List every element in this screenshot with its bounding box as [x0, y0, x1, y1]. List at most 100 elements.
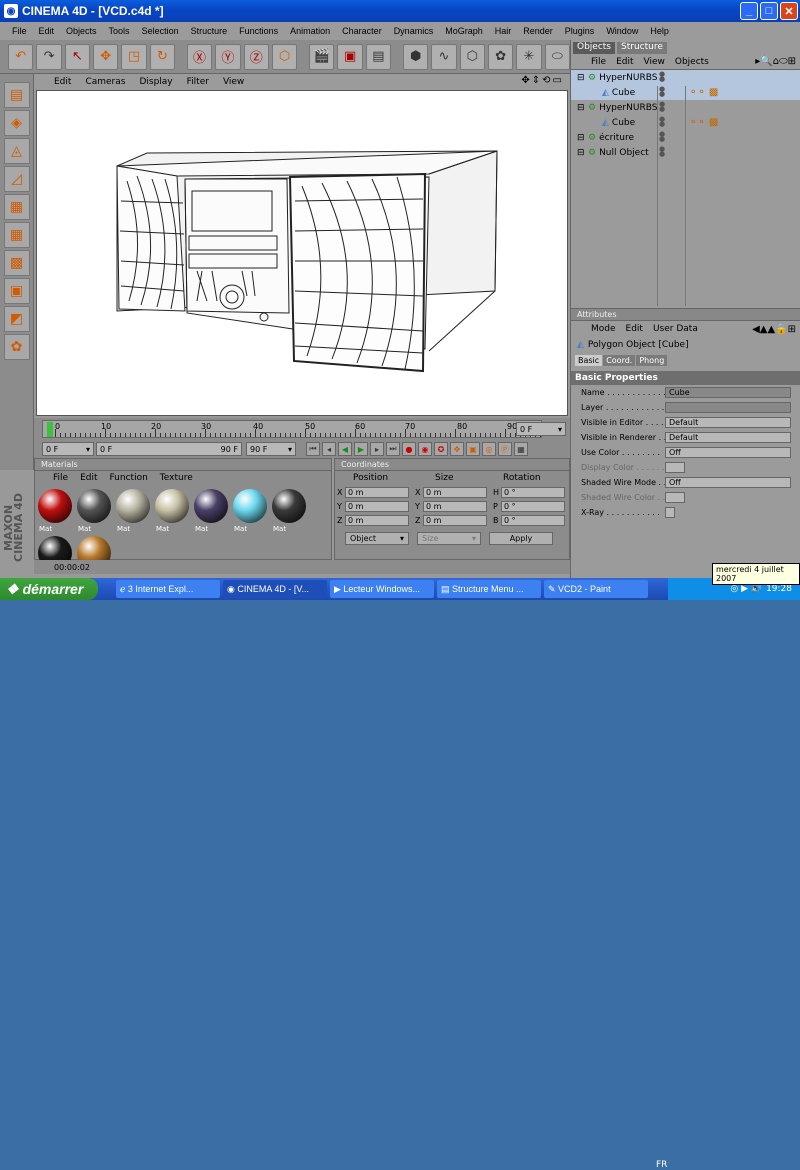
- minimize-button[interactable]: _: [740, 2, 758, 20]
- menu-animation[interactable]: Animation: [284, 26, 336, 36]
- camera-view-icon[interactable]: ▤: [3, 82, 30, 108]
- coordinate-system-icon[interactable]: ⬡: [271, 43, 298, 70]
- taskbar-item-internet-explorer[interactable]: ℯ 3 Internet Expl...: [116, 580, 220, 598]
- object-tree-item[interactable]: ⊟ ⚙ HyperNURBS ● ●: [571, 70, 800, 85]
- visibility-dots-icon[interactable]: ● ●: [659, 71, 665, 83]
- range-slider[interactable]: 0 F 90 F: [96, 442, 242, 456]
- edges-tool-icon[interactable]: ◿: [3, 166, 30, 192]
- attribute-nav-icon[interactable]: ◀▲▲🔒⊞: [752, 324, 800, 335]
- scale-icon[interactable]: ◳: [121, 43, 147, 70]
- undo-icon[interactable]: ↶: [8, 43, 34, 70]
- close-button[interactable]: ✕: [780, 2, 798, 20]
- language-indicator[interactable]: FR: [656, 1160, 667, 1170]
- visibility-dots-icon[interactable]: ● ●: [659, 116, 665, 128]
- scale-key-icon[interactable]: ▣: [466, 442, 480, 456]
- materials-menu-texture[interactable]: Texture: [160, 473, 193, 483]
- objects-menu-file[interactable]: File: [591, 57, 606, 67]
- expand-toggle-icon[interactable]: ⊟: [577, 133, 585, 143]
- position-field[interactable]: 0 m: [345, 486, 409, 498]
- 3d-viewport[interactable]: [36, 90, 568, 416]
- keyframe-selection-icon[interactable]: ✪: [434, 442, 448, 456]
- menu-dynamics[interactable]: Dynamics: [388, 26, 440, 36]
- size-field[interactable]: 0 m: [423, 486, 487, 498]
- attribute-value-field[interactable]: Default: [665, 432, 791, 443]
- objects-menu-view[interactable]: View: [644, 57, 665, 67]
- clock[interactable]: 19:28: [766, 584, 792, 594]
- viewport-navigation-icon[interactable]: ✥⇕⟲▭: [521, 75, 564, 86]
- size-field[interactable]: 0 m: [423, 500, 487, 512]
- rotation-key-icon[interactable]: ◎: [482, 442, 496, 456]
- menu-objects[interactable]: Objects: [60, 26, 103, 36]
- attribute-value-field[interactable]: Off: [665, 447, 791, 458]
- material-swatch[interactable]: Mat: [154, 489, 190, 533]
- menu-edit[interactable]: Edit: [33, 26, 61, 36]
- viewport-menu-cameras[interactable]: Cameras: [85, 77, 125, 87]
- position-field[interactable]: 0 m: [345, 514, 409, 526]
- select-arrow-icon[interactable]: ↖: [64, 43, 91, 70]
- texture-tool-icon[interactable]: ▦: [3, 222, 30, 248]
- spline-icon[interactable]: ∿: [431, 43, 457, 70]
- objects-menu-objects[interactable]: Objects: [675, 57, 709, 67]
- tab-coord[interactable]: Coord.: [603, 354, 636, 366]
- material-swatch[interactable]: Mat: [271, 489, 307, 533]
- sculpt-icon[interactable]: ✿: [3, 334, 30, 360]
- array-icon[interactable]: ✿: [487, 43, 514, 70]
- menu-mograph[interactable]: MoGraph: [439, 26, 489, 36]
- attribute-value-field[interactable]: Default: [665, 417, 791, 428]
- end-frame-field[interactable]: 90 F ▾: [246, 442, 296, 456]
- play-backward-icon[interactable]: ◀: [338, 442, 352, 456]
- play-forward-icon[interactable]: ▶: [354, 442, 368, 456]
- visibility-dots-icon[interactable]: ● ●: [659, 101, 665, 113]
- menu-character[interactable]: Character: [336, 26, 388, 36]
- tab-objects[interactable]: Objects: [573, 42, 616, 54]
- taskbar-item-media-player[interactable]: ▶ Lecteur Windows...: [330, 580, 434, 598]
- menu-render[interactable]: Render: [517, 26, 559, 36]
- material-swatch[interactable]: Mat: [232, 489, 268, 533]
- menu-structure[interactable]: Structure: [185, 26, 234, 36]
- point-level-key-icon[interactable]: ▦: [514, 442, 528, 456]
- go-to-end-icon[interactable]: ⏭: [386, 442, 400, 456]
- material-swatch[interactable]: Mat: [193, 489, 229, 533]
- apply-button[interactable]: Apply: [489, 532, 553, 545]
- previous-key-icon[interactable]: ◂: [322, 442, 336, 456]
- render-settings-icon[interactable]: ▤: [365, 43, 392, 70]
- menu-functions[interactable]: Functions: [233, 26, 284, 36]
- attribute-value-field[interactable]: Cube: [665, 387, 791, 398]
- viewport-menu-view[interactable]: View: [223, 77, 244, 87]
- menu-plugins[interactable]: Plugins: [559, 26, 601, 36]
- expand-toggle-icon[interactable]: ⊟: [577, 103, 585, 113]
- position-key-icon[interactable]: ✥: [450, 442, 464, 456]
- render-view-icon[interactable]: 🎬: [309, 43, 335, 70]
- attributes-menu-edit[interactable]: Edit: [626, 324, 643, 334]
- next-key-icon[interactable]: ▸: [370, 442, 384, 456]
- menu-hair[interactable]: Hair: [489, 26, 518, 36]
- tab-phong[interactable]: Phong: [636, 354, 668, 366]
- tray-icons[interactable]: ◎ ▶ 🔊: [730, 584, 762, 594]
- attribute-value-field[interactable]: [665, 402, 791, 413]
- size-field[interactable]: 0 m: [423, 514, 487, 526]
- redo-icon[interactable]: ↷: [36, 43, 62, 70]
- polygons-tool-icon[interactable]: ▦: [3, 194, 30, 220]
- visibility-dots-icon[interactable]: ● ●: [659, 86, 665, 98]
- viewport-menu-display[interactable]: Display: [139, 77, 172, 87]
- tab-structure[interactable]: Structure: [617, 42, 667, 54]
- timeline-ruler[interactable]: 0 10 20 30 40 50 60 70 80 90: [42, 420, 542, 438]
- parameter-key-icon[interactable]: Ⓟ: [498, 442, 512, 456]
- material-swatch[interactable]: Mat: [37, 489, 73, 533]
- scene-icon[interactable]: ⬭: [544, 43, 571, 70]
- rotation-field[interactable]: 0 °: [501, 500, 565, 512]
- viewport-menu-edit[interactable]: Edit: [54, 77, 71, 87]
- start-frame-field[interactable]: 0 F ▾: [42, 442, 94, 456]
- object-tool-icon[interactable]: ▩: [3, 250, 30, 276]
- current-frame-field[interactable]: 0 F ▾: [516, 422, 566, 436]
- material-swatch[interactable]: Mat: [76, 489, 112, 533]
- menu-window[interactable]: Window: [600, 26, 644, 36]
- attribute-value-field[interactable]: [665, 507, 675, 518]
- attributes-menu-user-data[interactable]: User Data: [653, 324, 698, 334]
- taskbar-item-cinema4d[interactable]: ◉ CINEMA 4D - [V...: [223, 580, 327, 598]
- material-swatch[interactable]: Mat: [115, 489, 151, 533]
- rotation-field[interactable]: 0 °: [501, 486, 565, 498]
- x-axis-lock-icon[interactable]: Ⓧ: [186, 43, 213, 70]
- workplane-icon[interactable]: ◩: [3, 306, 30, 332]
- points-tool-icon[interactable]: ◬: [3, 138, 30, 164]
